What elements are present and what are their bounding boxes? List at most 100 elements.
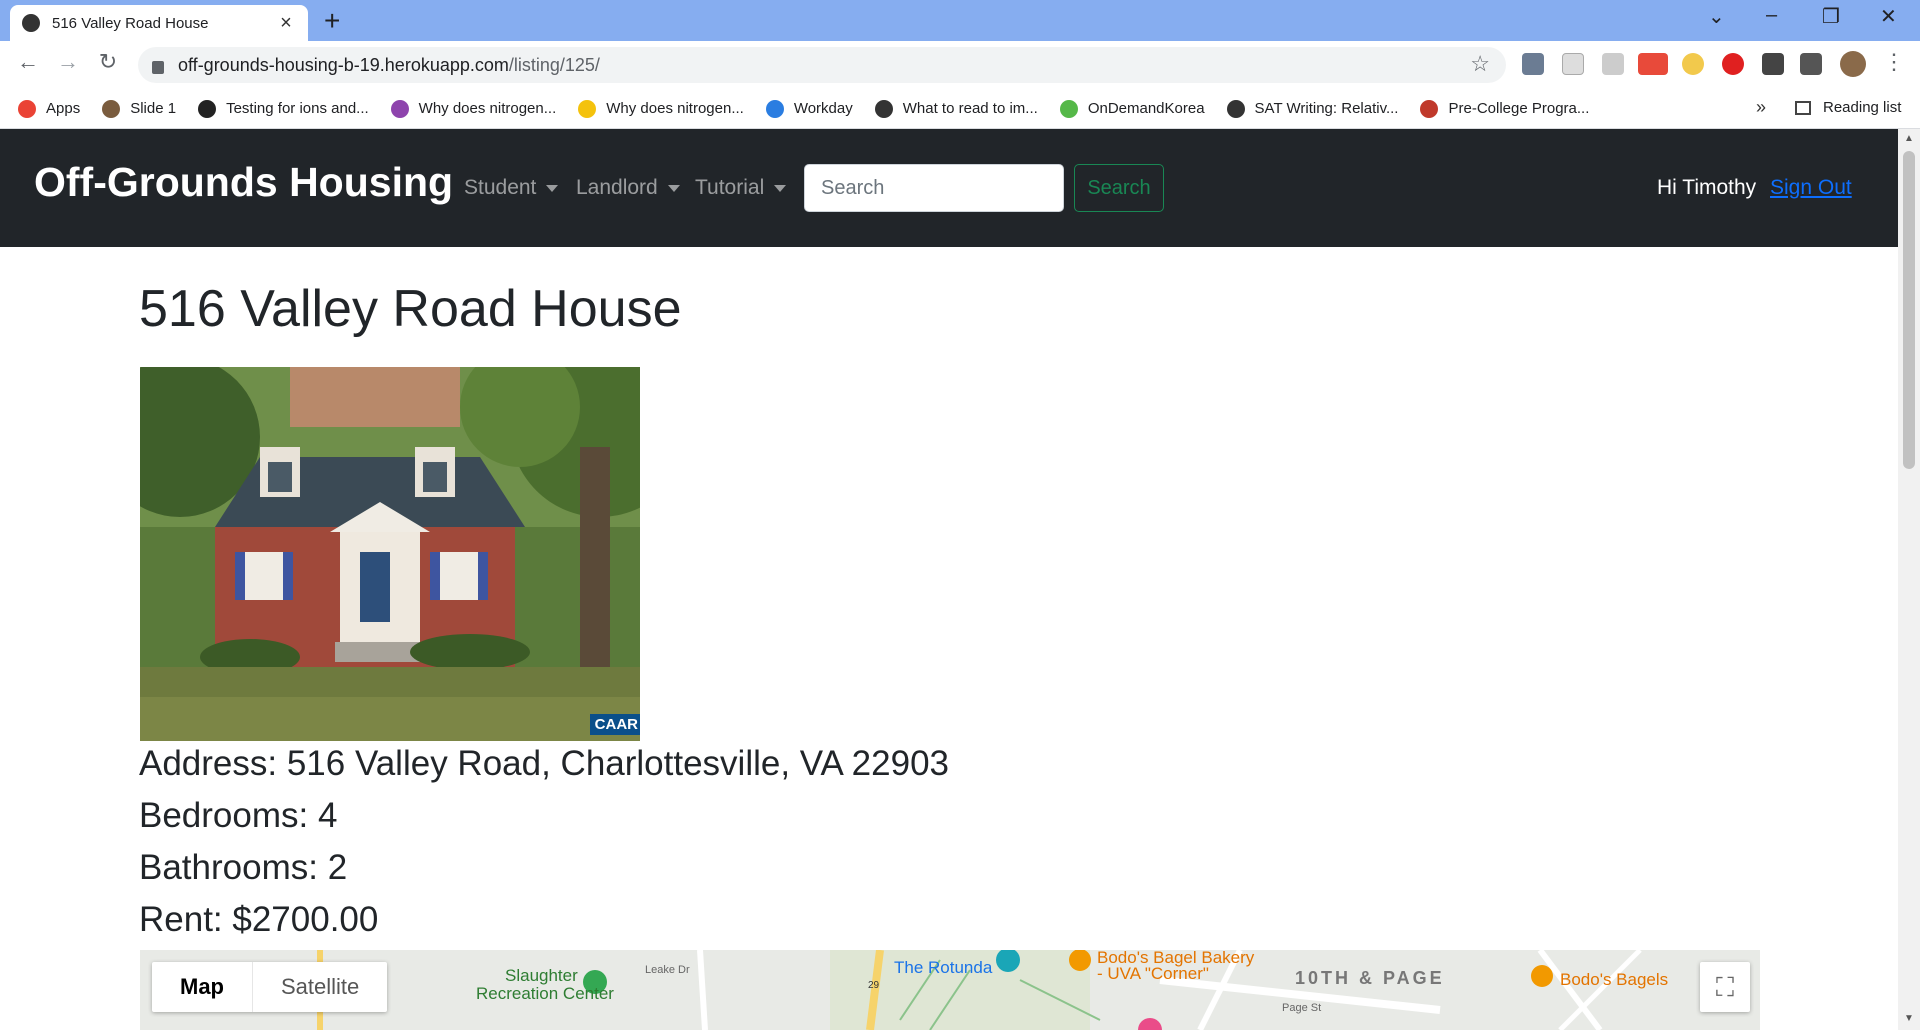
map-label: Bodo's Bagels	[1560, 970, 1669, 989]
bookmark-label: Slide 1	[130, 100, 177, 117]
satellite-view-button[interactable]: Satellite	[253, 962, 387, 1012]
opera-icon[interactable]	[1722, 53, 1744, 75]
nav-label: Tutorial	[695, 176, 765, 199]
tab-strip: 516 Valley Road House × + ⌄ – ❐ ✕	[0, 0, 1920, 41]
smiley-icon	[578, 99, 597, 118]
caret-down-icon	[546, 184, 559, 192]
bookmark-star-icon[interactable]: ☆	[1470, 51, 1490, 77]
map-label: Leake Dr	[645, 964, 690, 976]
browser-tab[interactable]: 516 Valley Road House ×	[10, 5, 308, 41]
close-window-icon[interactable]: ✕	[1880, 4, 1897, 29]
map-label: 10TH & PAGE	[1295, 968, 1445, 988]
puzzle-icon[interactable]	[1762, 53, 1784, 75]
reading-list-label: Reading list	[1823, 99, 1902, 116]
bookmark-label: OnDemandKorea	[1087, 100, 1205, 117]
caret-down-icon	[667, 184, 680, 192]
back-icon[interactable]: ←	[12, 49, 44, 75]
scroll-thumb[interactable]	[1903, 151, 1915, 469]
bookmark-label: Why does nitrogen...	[606, 100, 744, 117]
url-host: off-grounds-housing-b-19.herokuapp.com	[178, 54, 509, 75]
close-tab-icon[interactable]: ×	[276, 12, 296, 35]
bookmark-label: Testing for ions and...	[226, 100, 369, 117]
bookmark-item[interactable]: Workday	[765, 99, 853, 118]
bookmark-icon	[102, 99, 121, 118]
photo-watermark-badge: CAAR	[589, 714, 640, 735]
scroll-down-icon[interactable]: ▼	[1904, 1013, 1914, 1024]
more-bookmarks-icon[interactable]: »	[1756, 97, 1766, 118]
tab-search-icon[interactable]: ⌄	[1708, 4, 1725, 29]
play-icon	[1059, 99, 1078, 118]
bookmark-icon	[198, 99, 217, 118]
reading-list-button[interactable]: Reading list	[1795, 99, 1901, 116]
lock-icon	[152, 60, 164, 74]
nav-label: Student	[464, 176, 537, 199]
listing-bedrooms: Bedrooms: 4	[139, 796, 338, 835]
url-path: /listing/125/	[508, 54, 600, 75]
map-label: - UVA "Corner"	[1097, 964, 1209, 983]
search-input[interactable]	[804, 164, 1064, 212]
new-tab-icon[interactable]: +	[324, 6, 340, 36]
hand-icon[interactable]	[1682, 53, 1704, 75]
extension-icon[interactable]	[1522, 53, 1544, 75]
bookmark-item[interactable]: SAT Writing: Relativ...	[1226, 99, 1399, 118]
address-bar[interactable]: off-grounds-housing-b-19.herokuapp.com /…	[138, 47, 1506, 83]
site-brand[interactable]: Off-Grounds Housing	[34, 159, 453, 206]
caret-down-icon	[774, 184, 787, 192]
browser-toolbar: ← → ↻ off-grounds-housing-b-19.herokuapp…	[0, 41, 1920, 89]
tab-title: 516 Valley Road House	[52, 14, 209, 32]
bookmark-label: Workday	[793, 100, 853, 117]
forward-icon[interactable]: →	[52, 49, 84, 75]
media-icon[interactable]	[1800, 53, 1822, 75]
page-scrollbar[interactable]: ▲ ▼	[1898, 129, 1920, 1030]
site-navbar: Off-Grounds Housing Student Landlord Tut…	[0, 129, 1898, 247]
map-label: Page St	[1282, 1002, 1322, 1014]
menu-icon[interactable]: ⋮	[1878, 49, 1910, 75]
page: Off-Grounds Housing Student Landlord Tut…	[0, 129, 1898, 1030]
workday-icon	[765, 99, 784, 118]
house-photo-illustration	[140, 367, 640, 741]
nav-tutorial-dropdown[interactable]: Tutorial	[695, 176, 787, 200]
avatar[interactable]	[1840, 51, 1866, 77]
globe-icon	[874, 99, 893, 118]
user-greeting: Hi Timothy	[1657, 176, 1757, 199]
bookmark-item[interactable]: Why does nitrogen...	[578, 99, 744, 118]
sign-out-link[interactable]: Sign Out	[1770, 176, 1852, 200]
map-label: Recreation Center	[476, 984, 614, 1003]
restore-icon[interactable]: ❐	[1822, 4, 1840, 29]
bookmark-item[interactable]: OnDemandKorea	[1059, 99, 1205, 118]
map-label: The Rotunda	[894, 958, 993, 977]
extension-icon[interactable]	[1602, 53, 1624, 75]
listing-photo: CAAR	[140, 367, 640, 741]
reload-icon[interactable]: ↻	[92, 49, 124, 75]
map-view-button[interactable]: Map	[152, 962, 253, 1012]
map-type-control: Map Satellite	[152, 962, 388, 1012]
bookmark-label: SAT Writing: Relativ...	[1254, 100, 1399, 117]
bookmark-item[interactable]: What to read to im...	[874, 99, 1038, 118]
bookmark-item[interactable]: Why does nitrogen...	[390, 99, 556, 118]
fullscreen-icon[interactable]: ⛶	[1700, 962, 1750, 1012]
bookmark-icon	[390, 99, 409, 118]
bookmark-label: Apps	[46, 100, 81, 117]
new-badge-icon[interactable]	[1638, 53, 1668, 75]
search-button[interactable]: Search	[1074, 164, 1164, 212]
minimize-icon[interactable]: –	[1766, 4, 1777, 27]
bookmark-apps[interactable]: Apps	[18, 99, 81, 118]
nav-student-dropdown[interactable]: Student	[464, 176, 559, 200]
scroll-up-icon[interactable]: ▲	[1904, 133, 1914, 144]
bookmark-item[interactable]: Testing for ions and...	[198, 99, 369, 118]
map-label: Slaughter	[505, 966, 578, 985]
listing-title: 516 Valley Road House	[139, 280, 682, 338]
apps-icon	[18, 99, 36, 118]
globe-icon	[1226, 99, 1245, 118]
listing-rent: Rent: $2700.00	[139, 900, 379, 939]
location-map[interactable]: Map Satellite Slaughter Recreation Cente…	[140, 950, 1760, 1030]
bookmark-label: Pre-College Progra...	[1448, 100, 1590, 117]
bookmark-label: What to read to im...	[902, 100, 1038, 117]
reading-list-icon	[1795, 100, 1811, 115]
page-icon[interactable]	[1562, 53, 1584, 75]
nav-landlord-dropdown[interactable]: Landlord	[576, 176, 680, 200]
listing-address: Address: 516 Valley Road, Charlottesvill…	[139, 744, 950, 783]
bookmark-item[interactable]: Slide 1	[102, 99, 177, 118]
listing-bathrooms: Bathrooms: 2	[139, 848, 348, 887]
bookmark-item[interactable]: Pre-College Progra...	[1420, 99, 1590, 118]
